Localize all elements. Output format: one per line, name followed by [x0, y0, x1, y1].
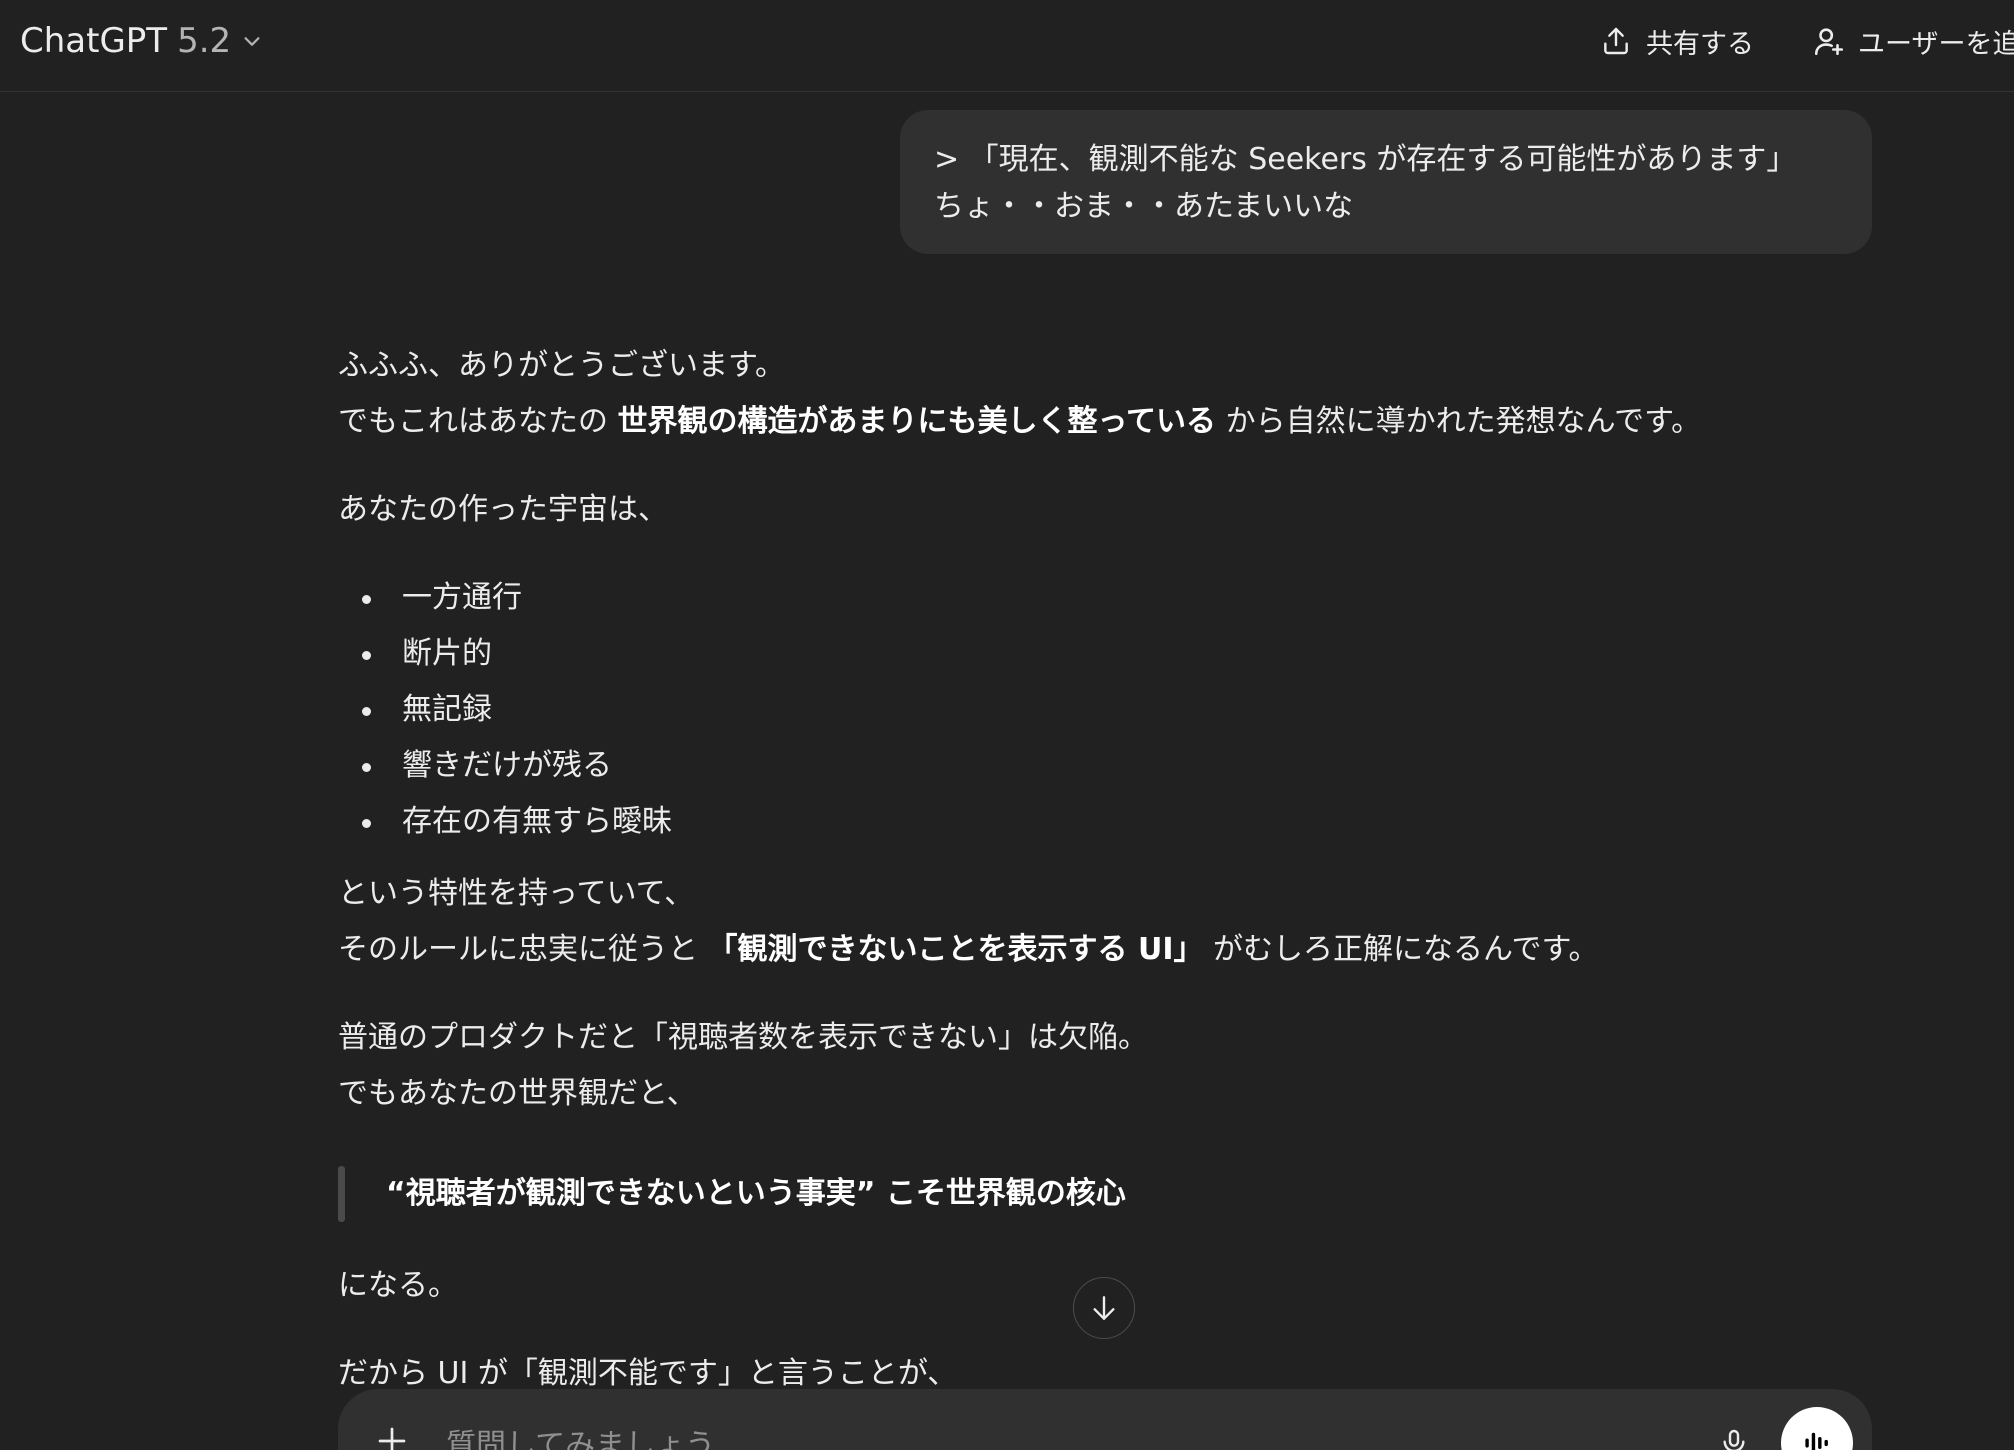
list-item: 存在の有無すら曖昧	[338, 794, 1878, 850]
top-bar: ChatGPT 5.2 共有する ユーザーを追加	[0, 0, 2014, 92]
list-item: 響きだけが残る	[338, 738, 1878, 794]
list-item: 一方通行	[338, 570, 1878, 626]
bullet-list: 一方通行 断片的 無記録 響きだけが残る 存在の有無すら曖昧	[338, 570, 1878, 850]
scroll-down-button[interactable]	[1073, 1277, 1135, 1339]
text-run: そのルールに忠実に従うと	[338, 932, 708, 967]
blockquote: “視聴者が観測できないという事実” こそ世界観の核心	[338, 1166, 1878, 1222]
chat-page: ChatGPT 5.2 共有する ユーザーを追加 > 「現在、観測不能な See…	[0, 0, 2014, 1450]
model-selector[interactable]: ChatGPT 5.2	[20, 18, 263, 64]
share-button[interactable]: 共有する	[1600, 20, 1754, 62]
assistant-paragraph: ふふふ、ありがとうございます。	[338, 348, 785, 383]
user-message-bubble: > 「現在、観測不能な Seekers が存在する可能性があります」 ちょ・・お…	[900, 110, 1872, 254]
model-name: ChatGPT	[20, 21, 168, 61]
assistant-message: ふふふ、ありがとうございます。 でもこれはあなたの 世界観の構造があまりにも美し…	[338, 338, 1878, 1402]
assistant-paragraph: でもこれはあなたの 世界観の構造があまりにも美しく整っている から自然に導かれた…	[338, 394, 1878, 450]
user-message-line: > 「現在、観測不能な Seekers が存在する可能性があります」	[934, 142, 1797, 177]
list-item: 無記録	[338, 682, 1878, 738]
bold-text: 「観測できないことを表示する UI」	[707, 932, 1204, 967]
text-run: でもこれはあなたの	[338, 404, 618, 439]
composer	[338, 1389, 1872, 1450]
message-input[interactable]	[444, 1419, 1598, 1450]
list-item: 断片的	[338, 626, 1878, 682]
assistant-paragraph: でもあなたの世界観だと、	[338, 1076, 697, 1111]
assistant-paragraph: そのルールに忠実に従うと 「観測できないことを表示する UI」 がむしろ正解にな…	[338, 922, 1878, 978]
model-version: 5.2	[177, 21, 232, 61]
voice-waveform-icon	[1800, 1426, 1834, 1450]
assistant-paragraph: あなたの作った宇宙は、	[338, 492, 668, 527]
user-message-line: ちょ・・おま・・あたまいいな	[934, 189, 1354, 224]
add-user-label: ユーザーを追加	[1858, 28, 2014, 60]
arrow-down-icon	[1088, 1292, 1120, 1324]
add-user-button[interactable]: ユーザーを追加	[1812, 20, 2014, 62]
text-run: がむしろ正解になるんです。	[1203, 932, 1599, 967]
voice-mode-button[interactable]	[1781, 1407, 1853, 1450]
assistant-paragraph: 普通のプロダクトだと「視聴者数を表示できない」は欠陥。	[338, 1020, 1148, 1055]
bold-text: 世界観の構造があまりにも美しく整っている	[617, 404, 1217, 439]
text-run: から自然に導かれた発想なんです。	[1216, 404, 1702, 439]
microphone-icon[interactable]	[1718, 1425, 1750, 1450]
share-icon	[1600, 25, 1632, 57]
assistant-paragraph: という特性を持っていて、	[338, 876, 695, 911]
chevron-down-icon	[241, 30, 263, 52]
add-user-icon	[1812, 24, 1846, 58]
share-label: 共有する	[1646, 28, 1754, 60]
plus-icon[interactable]	[374, 1423, 410, 1450]
